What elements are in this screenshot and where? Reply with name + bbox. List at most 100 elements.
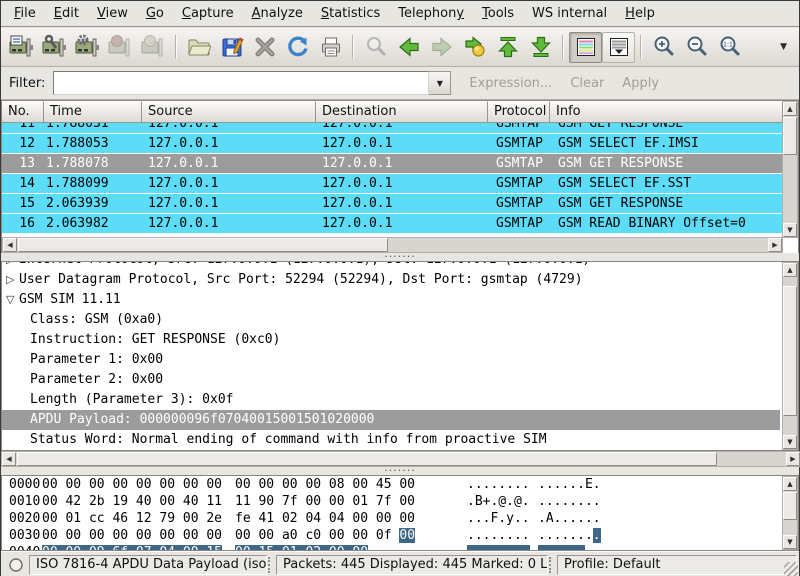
tree-row[interactable]: Class: GSM (0xa0): [2, 310, 780, 330]
scroll-right-button[interactable]: ▶: [786, 452, 800, 466]
apply-button[interactable]: Apply: [622, 76, 659, 91]
menu-view[interactable]: View: [88, 3, 137, 24]
menu-help[interactable]: Help: [616, 3, 664, 24]
column-header-time[interactable]: Time: [44, 101, 142, 123]
scrollbar-thumb[interactable]: [783, 117, 797, 155]
filter-bar: Filter: ▼ Expression... Clear Apply: [1, 67, 799, 100]
hex-row[interactable]: 002000 01 cc 46 12 79 00 2efe 41 02 04 0…: [2, 510, 798, 527]
reload-button[interactable]: [281, 32, 314, 63]
go-back-button[interactable]: [392, 32, 425, 63]
menu-go[interactable]: Go: [137, 3, 173, 24]
pane-splitter[interactable]: [1, 467, 799, 475]
menu-ws-internal[interactable]: WS internal: [523, 3, 616, 24]
list-interfaces-button[interactable]: [5, 32, 38, 63]
hex-row[interactable]: 000000 00 00 00 00 00 00 0000 00 00 00 0…: [2, 476, 798, 493]
go-forward-button[interactable]: [425, 32, 458, 63]
column-header-no[interactable]: No.: [2, 101, 44, 123]
packet-row[interactable]: 111.788031127.0.0.1127.0.0.1GSMTAPGSM GE…: [2, 123, 783, 134]
go-to-bottom-button[interactable]: [524, 32, 557, 63]
packet-list-vscrollbar[interactable]: ▲ ▼: [782, 101, 798, 238]
hex-vscrollbar[interactable]: ▲ ▼: [782, 476, 798, 550]
hex-row[interactable]: 003000 00 00 00 00 00 00 0000 00 a0 c0 0…: [2, 527, 798, 544]
scrollbar-thumb[interactable]: [17, 452, 717, 466]
tree-row[interactable]: Parameter 1: 0x00: [2, 350, 780, 370]
scroll-right-button[interactable]: ▶: [768, 238, 782, 252]
column-header-info[interactable]: Info: [550, 101, 783, 123]
expander-collapsed-icon[interactable]: [6, 270, 18, 290]
wireshark-window: File Edit View Go Capture Analyze Statis…: [0, 0, 800, 576]
go-to-top-button[interactable]: [491, 32, 524, 63]
status-grip[interactable]: [549, 557, 556, 573]
packet-row-selected[interactable]: 131.788078127.0.0.1127.0.0.1GSMTAPGSM GE…: [2, 154, 783, 174]
scroll-left-button[interactable]: ◀: [3, 238, 17, 252]
capture-stop-button[interactable]: [104, 32, 137, 63]
status-grip[interactable]: [268, 557, 275, 573]
packet-row[interactable]: 141.788099127.0.0.1127.0.0.1GSMTAPGSM SE…: [2, 174, 783, 194]
clear-button[interactable]: Clear: [570, 76, 604, 91]
column-header-destination[interactable]: Destination: [316, 101, 488, 123]
scroll-down-button[interactable]: ▼: [783, 535, 797, 549]
window-resize-grip[interactable]: [784, 562, 798, 576]
tree-row[interactable]: Parameter 2: 0x00: [2, 370, 780, 390]
zoom-100-button[interactable]: 1:1: [713, 32, 746, 63]
network-card-icon: [9, 34, 35, 60]
scroll-up-button[interactable]: ▲: [783, 102, 797, 116]
menu-analyze[interactable]: Analyze: [243, 3, 312, 24]
scroll-up-button[interactable]: ▲: [783, 477, 797, 491]
pane-splitter[interactable]: [1, 253, 799, 261]
tree-row-selected[interactable]: APDU Payload: 000000096f0704001500150102…: [2, 410, 780, 430]
tree-row[interactable]: Internet Protocol, Src: 127.0.0.1 (127.0…: [2, 262, 780, 270]
zoom-out-button[interactable]: [680, 32, 713, 63]
expression-button[interactable]: Expression...: [469, 76, 552, 91]
scrollbar-thumb[interactable]: [783, 286, 797, 416]
magnifier-icon: [364, 35, 388, 59]
capture-options-button[interactable]: [38, 32, 71, 63]
menu-capture[interactable]: Capture: [173, 3, 243, 24]
capture-start-button[interactable]: [71, 32, 104, 63]
column-header-source[interactable]: Source: [142, 101, 316, 123]
packet-row[interactable]: 121.788053127.0.0.1127.0.0.1GSMTAPGSM SE…: [2, 134, 783, 154]
filter-input[interactable]: [53, 71, 429, 95]
filter-combo-button[interactable]: ▼: [429, 71, 451, 95]
menu-statistics[interactable]: Statistics: [312, 3, 389, 24]
packet-row[interactable]: 152.063939127.0.0.1127.0.0.1GSMTAPGSM GE…: [2, 194, 783, 214]
hex-row[interactable]: 001000 42 2b 19 40 00 40 1111 90 7f 00 0…: [2, 493, 798, 510]
scroll-down-button[interactable]: ▼: [783, 223, 797, 237]
toolbar-overflow-button[interactable]: ▼: [780, 42, 787, 52]
menu-file[interactable]: File: [5, 3, 45, 24]
zoom-100-icon: 1:1: [718, 35, 742, 59]
tree-row[interactable]: User Datagram Protocol, Src Port: 52294 …: [2, 270, 780, 290]
print-button[interactable]: [314, 32, 347, 63]
scrollbar-thumb[interactable]: [18, 238, 388, 252]
menu-tools[interactable]: Tools: [473, 3, 523, 24]
expander-collapsed-icon[interactable]: [6, 262, 18, 270]
scroll-left-button[interactable]: ◀: [2, 452, 16, 466]
capture-stop-icon: [108, 34, 134, 60]
open-file-button[interactable]: [182, 32, 215, 63]
expander-expanded-icon[interactable]: [6, 290, 18, 310]
close-file-button[interactable]: [248, 32, 281, 63]
expert-info-button[interactable]: [5, 555, 27, 575]
colorize-button[interactable]: [569, 32, 602, 63]
hex-row-partial[interactable]: 004000 00 09 6f 07 04 00 1500 15 01 02 0…: [2, 544, 798, 551]
zoom-in-button[interactable]: [647, 32, 680, 63]
scroll-down-button[interactable]: ▼: [783, 435, 797, 449]
packet-row[interactable]: 162.063982127.0.0.1127.0.0.1GSMTAPGSM RE…: [2, 214, 783, 234]
save-file-button[interactable]: [215, 32, 248, 63]
scrollbar-thumb[interactable]: [783, 492, 797, 520]
column-header-protocol[interactable]: Protocol: [488, 101, 550, 123]
tree-row[interactable]: Length (Parameter 3): 0x0f: [2, 390, 780, 410]
menu-telephony[interactable]: Telephony: [389, 3, 473, 24]
detail-vscrollbar[interactable]: ▲ ▼: [782, 262, 798, 450]
tree-row[interactable]: Instruction: GET RESPONSE (0xc0): [2, 330, 780, 350]
tree-row[interactable]: Status Word: Normal ending of command wi…: [2, 430, 780, 450]
auto-scroll-button[interactable]: [602, 32, 635, 63]
find-packet-button[interactable]: [359, 32, 392, 63]
scroll-up-button[interactable]: ▲: [783, 263, 797, 277]
capture-start-icon: [75, 34, 101, 60]
menu-edit[interactable]: Edit: [45, 3, 88, 24]
arrow-bottom-icon: [529, 35, 553, 59]
capture-restart-button[interactable]: [137, 32, 170, 63]
go-to-packet-button[interactable]: [458, 32, 491, 63]
tree-row[interactable]: GSM SIM 11.11: [2, 290, 780, 310]
